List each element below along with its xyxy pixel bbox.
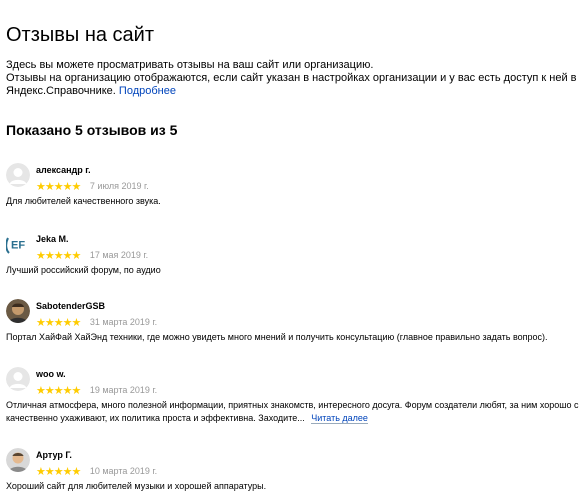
review-author: SabotenderGSB [36, 301, 106, 311]
review-text-line2: качественно ухаживают, их политика прост… [6, 412, 587, 425]
review-text: Для любителей качественного звука. [6, 196, 161, 206]
review-date: 31 марта 2019 г. [89, 317, 158, 327]
star-icon: ★ [44, 466, 55, 478]
star-icon: ★ [36, 181, 46, 193]
review-text-line: Отличная атмосфера, много полезной инфор… [6, 400, 579, 410]
star-icon: ★ [53, 250, 64, 262]
intro-text: Здесь вы можете просматривать отзывы на … [6, 59, 586, 98]
review-date: 19 марта 2019 г. [89, 385, 158, 395]
review-date: 10 марта 2019 г. [89, 466, 158, 476]
more-info-link[interactable]: Подробнее [119, 85, 176, 97]
rating-stars: ★★★★★ [36, 313, 82, 331]
star-icon: ★ [71, 250, 82, 262]
intro-line-text: Отзывы на организацию отображаются, если… [6, 72, 577, 97]
svg-text:EF: EF [11, 240, 25, 252]
star-icon: ★ [62, 385, 73, 397]
review-text-continued: качественно ухаживают, их политика прост… [6, 413, 305, 423]
star-icon: ★ [53, 466, 64, 478]
star-icon: ★ [36, 385, 46, 397]
page-title: Отзывы на сайт [6, 24, 154, 46]
star-icon: ★ [62, 250, 73, 262]
read-more-link[interactable]: Читать далее [311, 413, 368, 424]
intro-line: Отзывы на организацию отображаются, если… [6, 72, 586, 98]
review-meta: ★★★★★ 10 марта 2019 г. [36, 462, 158, 478]
user-photo-avatar [6, 448, 30, 472]
star-icon: ★ [71, 385, 82, 397]
star-icon: ★ [44, 385, 55, 397]
ef-logo-icon: EF [6, 232, 30, 256]
review-meta: ★★★★★ 31 марта 2019 г. [36, 313, 158, 329]
review-author: woo w. [36, 369, 66, 379]
review-text: Портал ХайФай ХайЭнд техники, где можно … [6, 332, 548, 342]
review-meta: ★★★★★ 19 марта 2019 г. [36, 381, 158, 397]
review-author: александр г. [36, 165, 91, 175]
star-icon: ★ [53, 317, 64, 329]
star-icon: ★ [71, 317, 82, 329]
intro-line: Здесь вы можете просматривать отзывы на … [6, 59, 374, 71]
star-icon: ★ [53, 181, 64, 193]
star-icon: ★ [62, 181, 73, 193]
review-date: 17 мая 2019 г. [89, 250, 149, 260]
review-date: 7 июля 2019 г. [89, 181, 149, 191]
user-avatar-icon [6, 367, 30, 391]
star-icon: ★ [36, 317, 46, 329]
rating-stars: ★★★★★ [36, 462, 82, 480]
review-meta: ★★★★★ 17 мая 2019 г. [36, 246, 149, 262]
star-icon: ★ [44, 317, 55, 329]
star-icon: ★ [44, 181, 55, 193]
star-icon: ★ [71, 466, 82, 478]
star-icon: ★ [36, 250, 46, 262]
reviews-count-heading: Показано 5 отзывов из 5 [6, 122, 178, 138]
rating-stars: ★★★★★ [36, 381, 82, 399]
star-icon: ★ [44, 250, 55, 262]
rating-stars: ★★★★★ [36, 246, 82, 264]
user-photo-avatar [6, 299, 30, 323]
star-icon: ★ [62, 466, 73, 478]
star-icon: ★ [36, 466, 46, 478]
review-author: Артур Г. [36, 450, 72, 460]
review-meta: ★★★★★ 7 июля 2019 г. [36, 177, 149, 193]
star-icon: ★ [71, 181, 82, 193]
review-author: Jeka M. [36, 234, 69, 244]
star-icon: ★ [53, 385, 64, 397]
review-text: Отличная атмосфера, много полезной инфор… [6, 399, 587, 425]
review-text: Лучший российский форум, по аудио [6, 265, 161, 275]
rating-stars: ★★★★★ [36, 177, 82, 195]
star-icon: ★ [62, 317, 73, 329]
user-avatar-icon [6, 163, 30, 187]
review-text: Хороший сайт для любителей музыки и хоро… [6, 481, 267, 491]
